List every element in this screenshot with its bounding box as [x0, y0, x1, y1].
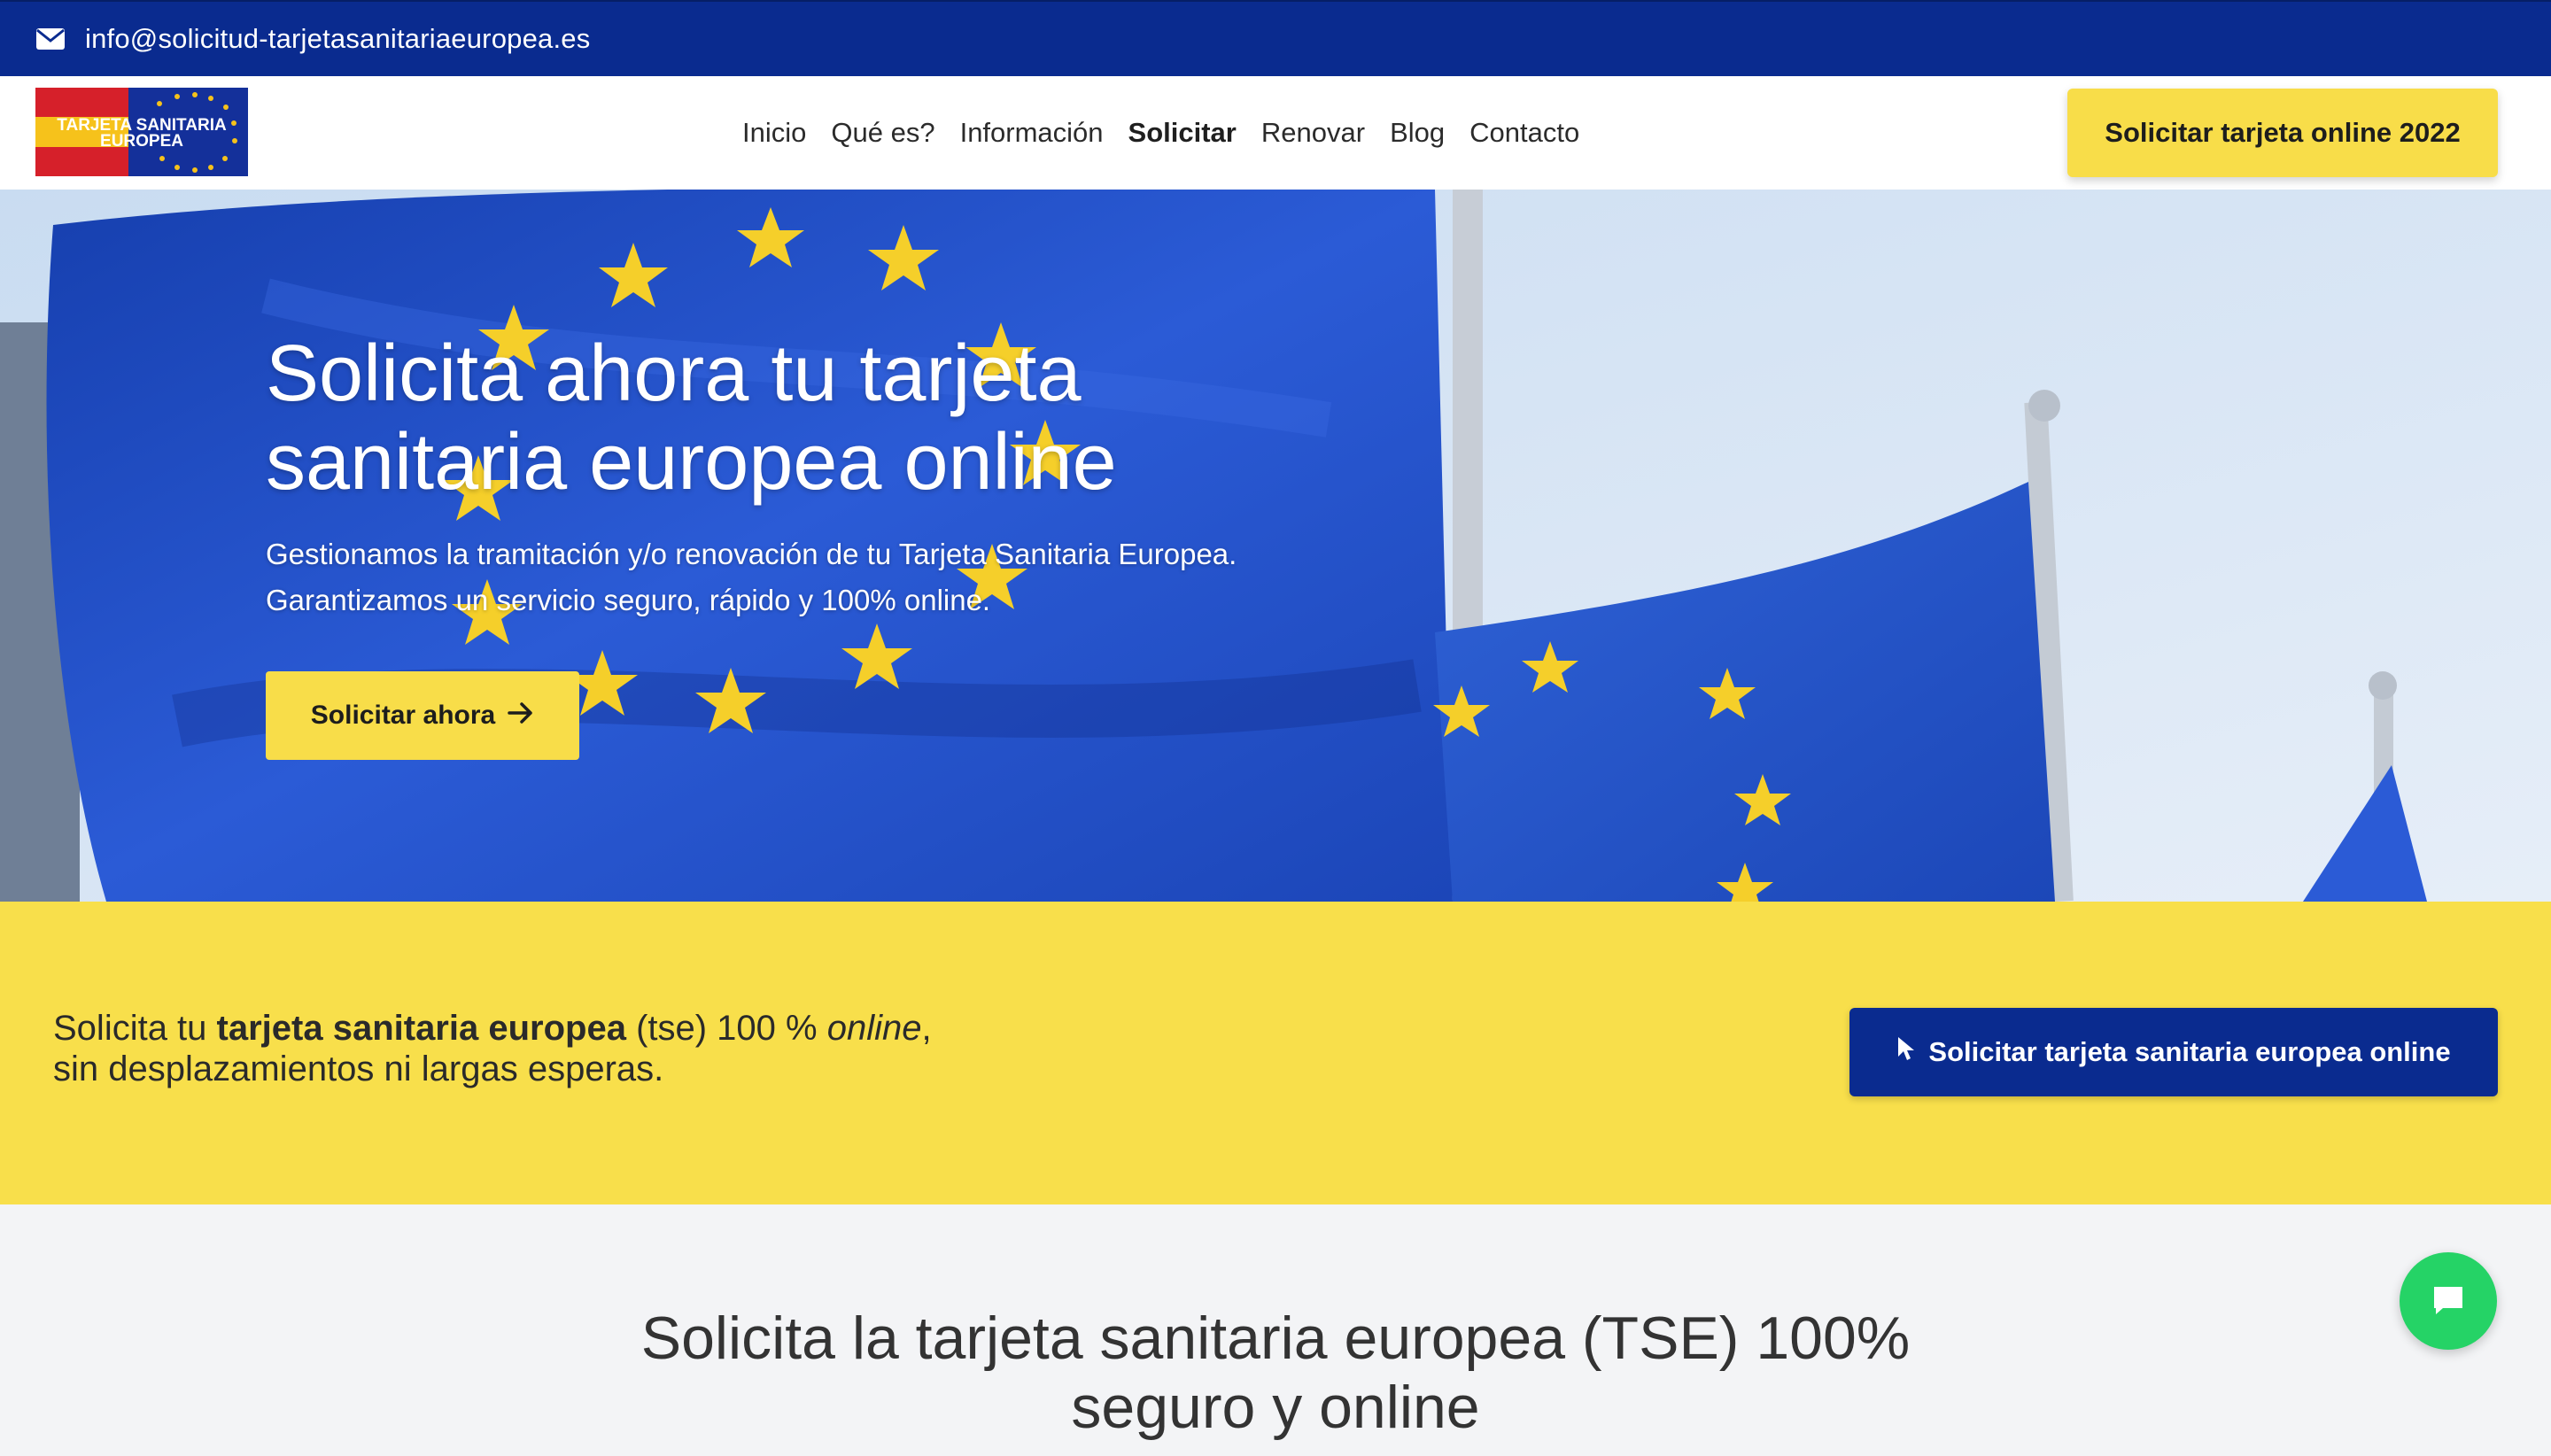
apply-now-label: Solicitar ahora	[310, 701, 496, 730]
contact-email-link[interactable]: info@solicitud-tarjetasanitariaeuropea.e…	[85, 23, 590, 55]
section-title: Solicita la tarjeta sanitaria europea (T…	[640, 1305, 1911, 1441]
nav-item-blog[interactable]: Blog	[1390, 117, 1445, 149]
nav-item-renovar[interactable]: Renovar	[1261, 117, 1365, 149]
apply-tse-online-label: Solicitar tarjeta sanitaria europea onli…	[1928, 1036, 2451, 1067]
main-navbar: TARJETA SANITARIA EUROPEA Inicio Qué es?…	[0, 76, 2551, 190]
top-contact-bar: info@solicitud-tarjetasanitariaeuropea.e…	[0, 0, 2551, 76]
apply-tse-online-button[interactable]: Solicitar tarjeta sanitaria europea onli…	[1849, 1008, 2498, 1096]
nav-item-inicio[interactable]: Inicio	[742, 117, 806, 149]
apply-online-2022-button[interactable]: Solicitar tarjeta online 2022	[2067, 89, 2498, 177]
cta-text-mid: (tse) 100 %	[625, 1009, 827, 1048]
cta-text-prefix: Solicita tu	[53, 1009, 217, 1048]
arrow-right-icon	[508, 701, 534, 731]
apply-now-button[interactable]: Solicitar ahora	[266, 671, 579, 760]
hero-subtitle: Gestionamos la tramitación y/o renovació…	[266, 538, 1237, 616]
hero-title: Solicita ahora tu tarjeta sanitaria euro…	[266, 329, 1117, 507]
nav-item-solicitar[interactable]: Solicitar	[1128, 117, 1237, 149]
nav-item-contacto[interactable]: Contacto	[1469, 117, 1579, 149]
primary-nav: Inicio Qué es? Información Solicitar Ren…	[742, 76, 1604, 190]
cta-text-italic: online	[826, 1009, 922, 1048]
nav-item-que-es[interactable]: Qué es?	[831, 117, 934, 149]
hero-section: Solicita ahora tu tarjeta sanitaria euro…	[0, 190, 2551, 902]
cta-band: Solicita tu tarjeta sanitaria europea (t…	[0, 902, 2551, 1204]
nav-item-informacion[interactable]: Información	[960, 117, 1104, 149]
chat-button[interactable]	[2400, 1252, 2497, 1350]
cta-text-line2: sin desplazamientos ni largas esperas.	[53, 1049, 664, 1088]
site-logo[interactable]: TARJETA SANITARIA EUROPEA	[35, 88, 248, 176]
cursor-pointer-icon	[1896, 1035, 1916, 1069]
cta-text-bold: tarjeta sanitaria europea	[216, 1009, 626, 1048]
cta-band-text: Solicita tu tarjeta sanitaria europea (t…	[53, 1008, 932, 1089]
svg-text:EUROPEA: EUROPEA	[100, 132, 183, 151]
envelope-icon	[35, 27, 66, 50]
intro-section: Solicita la tarjeta sanitaria europea (T…	[0, 1204, 2551, 1456]
chat-bubble-icon	[2431, 1283, 2466, 1320]
cta-text-suffix: ,	[921, 1009, 932, 1048]
